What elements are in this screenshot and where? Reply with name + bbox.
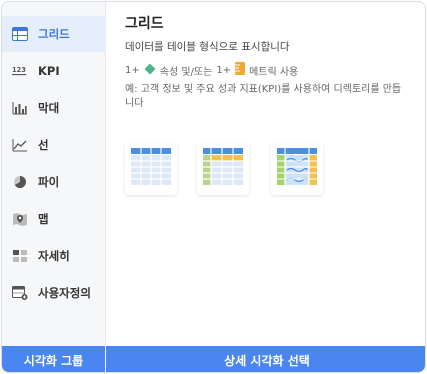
sidebar-item-label: 맵 (38, 212, 49, 226)
sidebar-item-label: 자세히 (38, 249, 70, 263)
sidebar-item-label: 파이 (38, 175, 60, 189)
page-title: 그리드 (125, 16, 164, 32)
sidebar-item-line[interactable]: 선 (2, 127, 106, 163)
visualization-group-label: 시각화 그룹 (2, 346, 106, 372)
sidebar-item-grid[interactable]: 그리드 (2, 16, 106, 52)
visualization-description: 데이터를 테이블 형식으로 표시합니다 (125, 41, 290, 53)
metric-text: 메트릭 사용 (249, 66, 299, 78)
footer-bar: 시각화 그룹 상세 시각화 선택 (2, 346, 425, 372)
metric-ruler-icon (235, 62, 246, 78)
visualization-picker-panel: 그리드 123 KPI 막대 선 파이 맵 자세히 사용자정의 그리드 데이터를… (1, 1, 426, 373)
sidebar-item-label: 막대 (38, 101, 60, 115)
usage-example: 예: 고객 정보 및 주요 성과 지표(KPI)를 사용하여 디렉토리를 만듭니… (125, 84, 402, 109)
bar-chart-icon (12, 100, 28, 116)
data-requirements: 1+ 속성 및/또는 1+ 메트릭 사용 (125, 62, 298, 78)
detail-blocks-icon (12, 248, 28, 264)
sidebar-item-label: 그리드 (38, 27, 70, 41)
sidebar-item-bar[interactable]: 막대 (2, 90, 106, 126)
sidebar-item-custom[interactable]: 사용자정의 (2, 275, 106, 311)
grid-style-banded-option[interactable] (197, 143, 249, 195)
sidebar-item-pie[interactable]: 파이 (2, 164, 106, 200)
sidebar-item-map[interactable]: 맵 (2, 201, 106, 237)
detail-visualization-panel: 그리드 데이터를 테이블 형식으로 표시합니다 1+ 속성 및/또는 1+ 메트… (107, 2, 425, 346)
attribute-diamond-icon (144, 63, 156, 78)
attribute-text: 속성 및/또는 (159, 66, 213, 78)
grid-style-colored-icon (277, 148, 317, 190)
detail-visualization-label: 상세 시각화 선택 (224, 353, 310, 368)
sidebar-item-label: 사용자정의 (38, 286, 91, 300)
map-pin-icon (12, 211, 28, 227)
visualization-group-sidebar: 그리드 123 KPI 막대 선 파이 맵 자세히 사용자정의 (2, 2, 106, 346)
sidebar-item-label: KPI (38, 64, 60, 78)
grid-style-banded-icon (203, 148, 243, 190)
svg-text:123: 123 (12, 66, 26, 74)
line-chart-icon (12, 137, 28, 153)
metric-count: 1+ (216, 64, 232, 76)
sidebar-item-detail[interactable]: 자세히 (2, 238, 106, 274)
sidebar-item-kpi[interactable]: 123 KPI (2, 53, 106, 89)
grid-style-basic-option[interactable] (125, 143, 177, 195)
grid-table-icon (12, 26, 28, 42)
kpi-123-icon: 123 (12, 63, 28, 79)
grid-style-colored-option[interactable] (271, 143, 323, 195)
pie-chart-icon (12, 174, 28, 190)
grid-style-basic-icon (131, 148, 171, 190)
custom-table-icon (12, 285, 28, 301)
sidebar-item-label: 선 (38, 138, 49, 152)
attribute-count: 1+ (125, 64, 140, 76)
